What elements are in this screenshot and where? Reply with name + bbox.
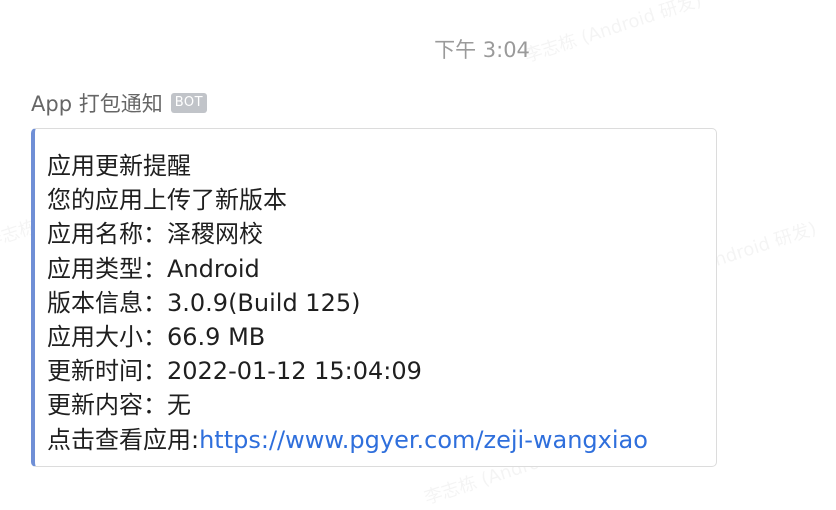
field-label: 更新内容：: [47, 391, 167, 420]
sender-name[interactable]: App 打包通知: [31, 88, 163, 118]
app-download-link[interactable]: https://www.pgyer.com/zeji-wangxiao: [199, 426, 648, 454]
field-value: 无: [167, 391, 191, 420]
field-value: 2022-01-12 15:04:09: [167, 357, 422, 386]
app-link-row: 点击查看应用:https://www.pgyer.com/zeji-wangxi…: [47, 423, 716, 457]
sender-header: App 打包通知 BOT: [31, 88, 208, 118]
message-title: 应用更新提醒: [47, 152, 191, 180]
field-label: 应用名称：: [47, 220, 167, 249]
field-value: 3.0.9(Build 125): [167, 288, 361, 317]
field-value: Android: [167, 254, 260, 283]
message-timestamp: 下午 3:04: [434, 38, 530, 62]
field-app-size: 应用大小：66.9 MB: [47, 320, 716, 354]
field-update-time: 更新时间：2022-01-12 15:04:09: [47, 354, 716, 388]
field-value: 66.9 MB: [167, 323, 266, 352]
field-label: 版本信息：: [47, 288, 167, 317]
field-value: 泽稷网校: [167, 220, 263, 249]
field-label: 应用大小：: [47, 323, 167, 352]
message-card: 应用更新提醒 您的应用上传了新版本 应用名称：泽稷网校 应用类型：Android…: [31, 128, 717, 467]
field-app-type: 应用类型：Android: [47, 252, 716, 286]
field-label: 更新时间：: [47, 357, 167, 386]
field-update-content: 更新内容：无: [47, 388, 716, 422]
link-label: 点击查看应用:: [47, 425, 200, 454]
bot-badge: BOT: [170, 93, 208, 113]
field-version: 版本信息：3.0.9(Build 125): [47, 286, 716, 320]
message-subtitle: 您的应用上传了新版本: [47, 186, 287, 215]
field-label: 应用类型：: [47, 254, 167, 283]
field-app-name: 应用名称：泽稷网校: [47, 217, 716, 251]
